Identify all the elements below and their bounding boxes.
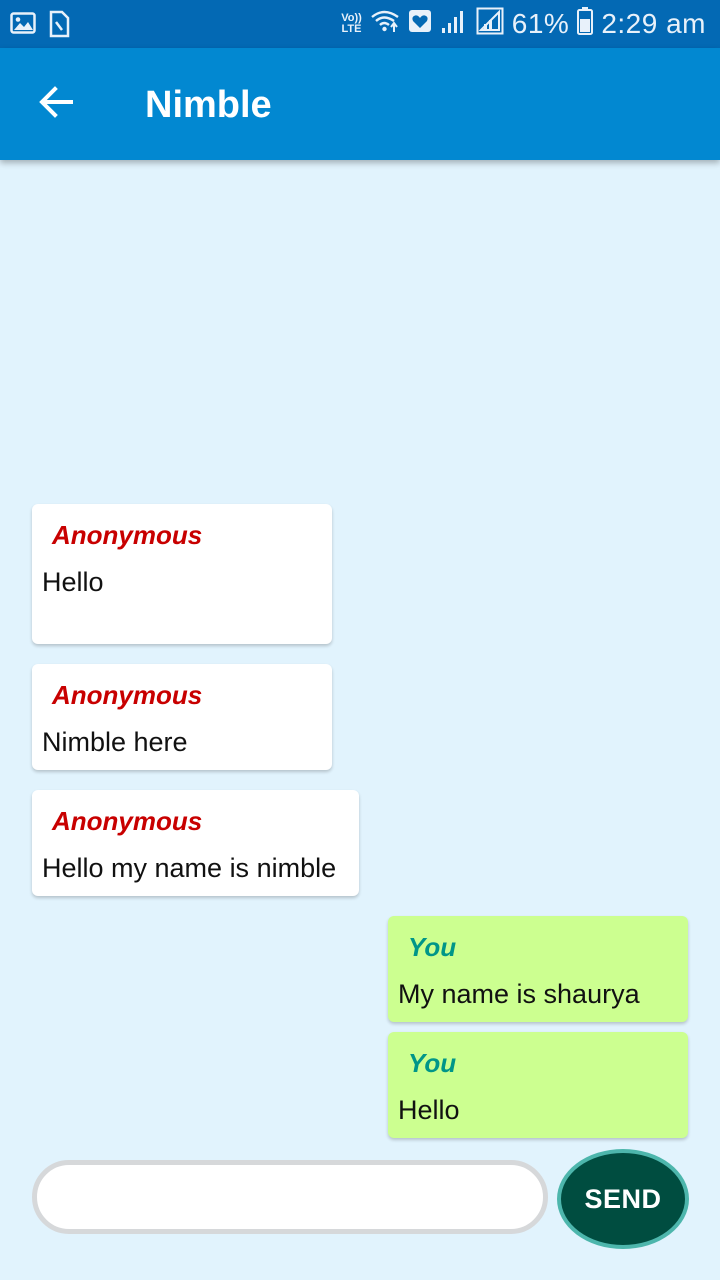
wifi-icon [370,8,400,41]
message-text: Hello my name is nimble [42,853,337,883]
arrow-left-icon [38,84,74,125]
status-bar-right: Vo)) LTE 61% 2:29 am [341,6,706,42]
message-bubble-incoming: Anonymous Hello my name is nimble [32,790,359,896]
message-sender: You [408,1048,457,1078]
signal-icon-2 [476,7,504,42]
status-bar: Vo)) LTE 61% 2:29 am [0,0,720,48]
message-text: Nimble here [42,727,188,757]
volte-icon: Vo)) LTE [341,12,362,35]
message-text: Hello [398,1095,460,1125]
message-bubble-incoming: Anonymous Hello [32,504,332,644]
battery-percent: 61% [511,8,570,39]
message-sender: You [408,932,457,962]
message-bubble-incoming: Anonymous Nimble here [32,664,332,770]
message-sender: Anonymous [52,806,203,836]
message-bubble-outgoing: You My name is shaurya [388,916,688,1022]
message-sender: Anonymous [52,680,203,710]
message-input-container [32,1160,548,1234]
back-button[interactable] [26,74,86,134]
message-input[interactable] [37,1165,543,1229]
clock: 2:29 am [601,8,706,39]
sim-card-icon [48,10,70,43]
heart-app-icon [408,8,432,40]
message-text: My name is shaurya [398,979,640,1009]
battery-icon [577,6,594,42]
message-bubble-outgoing: You Hello [388,1032,688,1138]
status-bar-left [10,10,70,43]
image-icon [10,10,36,43]
signal-icon [440,8,468,41]
message-text: Hello [42,567,104,597]
message-sender: Anonymous [52,520,203,550]
app-bar: Nimble [0,48,720,160]
page-title: Nimble [145,84,272,126]
send-button[interactable]: SEND [557,1149,689,1249]
